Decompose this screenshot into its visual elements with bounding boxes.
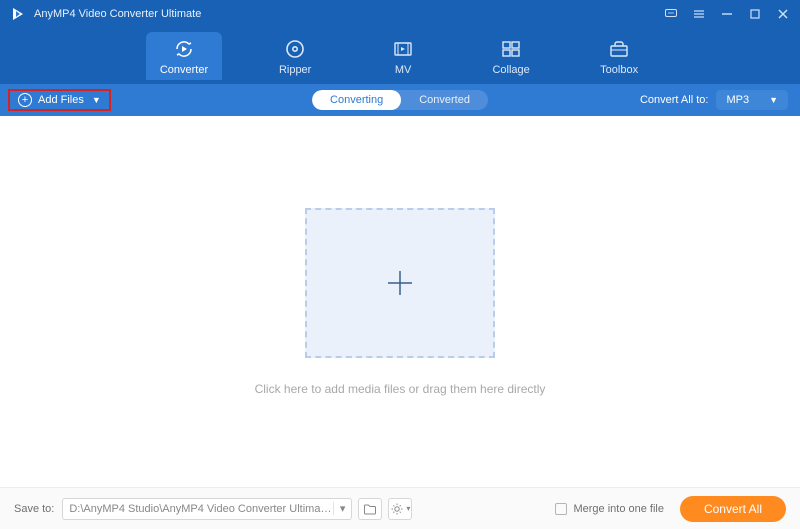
mv-icon xyxy=(392,38,414,60)
convert-all-to-label: Convert All to: xyxy=(640,94,708,106)
toolbar: Add Files ▼ Converting Converted Convert… xyxy=(0,84,800,116)
tab-mv[interactable]: MV xyxy=(368,32,438,80)
convert-all-to-group: Convert All to: MP3 ▼ xyxy=(640,90,788,110)
tab-collage[interactable]: Collage xyxy=(476,32,546,80)
settings-button[interactable]: ▾ xyxy=(388,498,412,520)
close-button[interactable] xyxy=(776,7,790,21)
tab-label: MV xyxy=(395,64,412,76)
checkbox-icon xyxy=(555,503,567,515)
convert-all-button[interactable]: Convert All xyxy=(680,496,786,522)
app-logo-icon xyxy=(10,6,26,22)
save-to-label: Save to: xyxy=(14,503,54,515)
merge-checkbox[interactable]: Merge into one file xyxy=(555,503,664,515)
tab-label: Toolbox xyxy=(600,64,638,76)
open-folder-button[interactable] xyxy=(358,498,382,520)
tab-toolbox[interactable]: Toolbox xyxy=(584,32,654,80)
segment-converted[interactable]: Converted xyxy=(401,90,488,110)
app-window: AnyMP4 Video Converter Ultimate Converte… xyxy=(0,0,800,529)
dropzone-hint: Click here to add media files or drag th… xyxy=(255,382,546,396)
minimize-button[interactable] xyxy=(720,7,734,21)
menu-icon[interactable] xyxy=(692,7,706,21)
main-nav: Converter Ripper MV Collage Toolbox xyxy=(0,28,800,84)
maximize-button[interactable] xyxy=(748,7,762,21)
output-format-select[interactable]: MP3 ▼ xyxy=(716,90,788,110)
tab-label: Ripper xyxy=(279,64,311,76)
main-content: Click here to add media files or drag th… xyxy=(0,116,800,487)
toolbox-icon xyxy=(608,38,630,60)
save-path-value: D:\AnyMP4 Studio\AnyMP4 Video Converter … xyxy=(69,503,332,515)
ripper-icon xyxy=(284,38,306,60)
app-title: AnyMP4 Video Converter Ultimate xyxy=(34,8,201,20)
tab-ripper[interactable]: Ripper xyxy=(260,32,330,80)
chevron-down-icon: ▼ xyxy=(92,95,101,105)
selected-format: MP3 xyxy=(726,94,749,106)
segment-converting[interactable]: Converting xyxy=(312,90,401,110)
chevron-down-icon[interactable]: ▾ xyxy=(333,502,346,515)
chevron-down-icon: ▾ xyxy=(406,504,410,513)
add-files-button[interactable]: Add Files ▼ xyxy=(8,89,111,111)
window-controls xyxy=(664,7,790,21)
convert-all-label: Convert All xyxy=(704,502,762,516)
title-bar: AnyMP4 Video Converter Ultimate xyxy=(0,0,800,28)
collage-icon xyxy=(500,38,522,60)
tab-label: Converter xyxy=(160,64,208,76)
merge-label: Merge into one file xyxy=(573,503,664,515)
plus-circle-icon xyxy=(18,93,32,107)
footer-bar: Save to: D:\AnyMP4 Studio\AnyMP4 Video C… xyxy=(0,487,800,529)
converter-icon xyxy=(173,38,195,60)
tab-label: Collage xyxy=(492,64,529,76)
tab-converter[interactable]: Converter xyxy=(146,32,222,80)
feedback-icon[interactable] xyxy=(664,7,678,21)
add-media-dropzone[interactable] xyxy=(305,208,495,358)
status-segment: Converting Converted xyxy=(312,90,488,110)
plus-icon xyxy=(380,263,420,303)
chevron-down-icon: ▼ xyxy=(769,95,778,105)
add-files-label: Add Files xyxy=(38,94,84,106)
save-path-input[interactable]: D:\AnyMP4 Studio\AnyMP4 Video Converter … xyxy=(62,498,352,520)
